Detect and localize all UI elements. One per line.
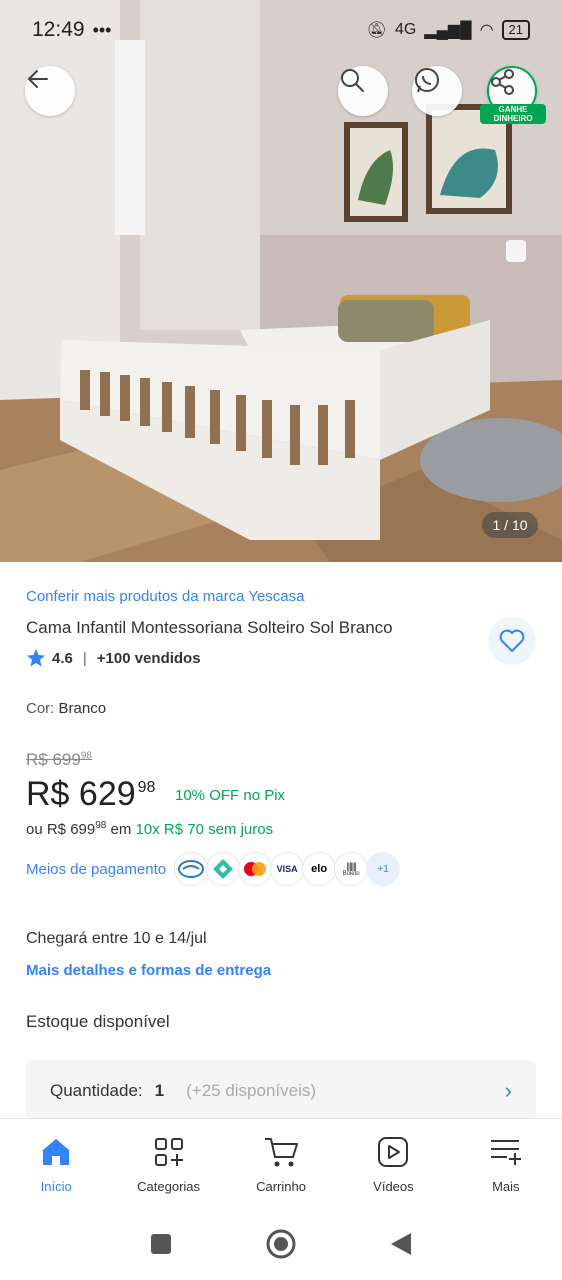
status-bar: 12:49 ••• 🔕︎ 4G ▂▄▆█ ◠ 21 <box>0 0 562 60</box>
delivery-estimate: Chegará entre 10 e 14/jul <box>26 930 207 947</box>
mercadopago-icon <box>174 852 209 886</box>
payment-methods-row[interactable]: Meios de pagamento VISA elo ||||||| Bole… <box>26 852 401 886</box>
install-prefix: ou R$ 699 <box>26 821 96 838</box>
boleto-icon: ||||||| Boleto <box>334 852 369 886</box>
signal-icon: ▂▄▆█ <box>424 22 472 39</box>
sold-count: +100 vendidos <box>96 649 201 667</box>
install-terms: 10x R$ 70 sem juros <box>135 821 274 838</box>
install-mid: em <box>106 821 136 838</box>
nav-label-inicio: Início <box>40 1179 72 1194</box>
quantity-selector[interactable]: Quantidade: 1 (+25 disponíveis) › <box>26 1060 536 1122</box>
install-cents: 98 <box>95 820 107 831</box>
product-image[interactable]: 12:49 ••• 🔕︎ 4G ▂▄▆█ ◠ 21 GANHE DINHEIRO… <box>0 0 562 562</box>
quantity-available: (+25 disponíveis) <box>186 1081 317 1100</box>
nav-label-mais: Mais <box>492 1179 520 1194</box>
favorite-button[interactable] <box>488 617 536 665</box>
price-main: R$ 629 <box>26 775 136 813</box>
nav-label-categorias: Categorias <box>137 1179 201 1194</box>
nav-label-videos: Vídeos <box>373 1179 414 1194</box>
arrow-left-icon <box>27 70 48 88</box>
stock-status: Estoque disponível <box>26 1012 170 1031</box>
pix-offer: 10% OFF no Pix <box>175 787 286 804</box>
nav-item-videos[interactable]: Vídeos <box>337 1119 449 1208</box>
mastercard-icon <box>238 852 273 886</box>
back-button[interactable] <box>25 66 75 116</box>
bottom-navigation: Início Categorias Carrinho Vídeos Mais <box>0 1118 562 1208</box>
video-icon <box>378 1137 409 1167</box>
network-label: 4G <box>394 21 417 38</box>
current-price: R$ 629 98 <box>26 775 155 814</box>
delivery-details-link[interactable]: Mais detalhes e formas de entrega <box>26 962 271 979</box>
wifi-icon: ◠ <box>479 22 494 39</box>
payment-methods-link[interactable]: Meios de pagamento <box>26 861 166 878</box>
search-button[interactable] <box>338 66 388 116</box>
price-cents: 98 <box>137 779 156 796</box>
notification-icons: ••• <box>92 19 112 40</box>
back-system-icon[interactable] <box>389 1231 413 1257</box>
image-counter: 1 / 10 <box>482 512 538 538</box>
old-price-cents: 98 <box>80 750 92 762</box>
bed-illustration <box>0 0 562 562</box>
home-icon <box>43 1139 70 1165</box>
mute-icon: 🔕︎ <box>366 22 387 39</box>
nav-item-mais[interactable]: Mais <box>450 1119 562 1208</box>
quantity-value: 1 <box>154 1081 165 1100</box>
rating-score: 4.6 <box>52 649 73 667</box>
pix-icon <box>206 852 241 886</box>
star-icon <box>27 649 45 667</box>
home-system-icon[interactable] <box>265 1228 297 1260</box>
nav-label-carrinho: Carrinho <box>256 1179 306 1194</box>
more-payments-badge[interactable]: +1 <box>366 852 401 886</box>
whatsapp-icon <box>415 68 439 93</box>
boleto-label: Boleto <box>342 871 360 877</box>
status-right: 🔕︎ 4G ▂▄▆█ ◠ 21 <box>367 20 530 40</box>
rating-row[interactable]: 4.6 | +100 vendidos <box>26 648 201 668</box>
share-icon <box>491 69 514 95</box>
recent-apps-icon[interactable] <box>149 1232 173 1256</box>
brand-link[interactable]: Conferir mais produtos da marca Yescasa <box>26 588 304 605</box>
color-row: Cor: Branco <box>26 700 106 717</box>
visa-icon: VISA <box>270 852 305 886</box>
cart-icon <box>265 1138 299 1167</box>
status-time: 12:49 <box>32 18 85 41</box>
chevron-right-icon: › <box>504 1078 512 1103</box>
whatsapp-button[interactable] <box>412 66 462 116</box>
installments: ou R$ 69998 em 10x R$ 70 sem juros <box>26 820 273 838</box>
color-value: Branco <box>58 700 107 717</box>
categories-icon <box>154 1138 183 1166</box>
system-navigation-bar <box>0 1208 562 1280</box>
nav-item-inicio[interactable]: Início <box>0 1119 112 1208</box>
heart-icon <box>499 629 525 652</box>
nav-item-carrinho[interactable]: Carrinho <box>225 1119 337 1208</box>
old-price-main: R$ 699 <box>26 750 81 769</box>
earn-money-badge: GANHE DINHEIRO <box>480 104 546 124</box>
search-icon <box>341 69 364 92</box>
elo-icon: elo <box>302 852 337 886</box>
product-title: Cama Infantil Montessoriana Solteiro Sol… <box>26 618 393 637</box>
old-price: R$ 69998 <box>26 750 92 770</box>
barcode-icon: ||||||| <box>346 861 356 871</box>
battery-icon: 21 <box>501 20 530 40</box>
more-icon <box>490 1140 521 1165</box>
color-label: Cor: <box>26 700 55 717</box>
quantity-label: Quantidade: <box>50 1081 143 1100</box>
nav-item-categorias[interactable]: Categorias <box>112 1119 224 1208</box>
rating-separator: | <box>82 649 87 667</box>
